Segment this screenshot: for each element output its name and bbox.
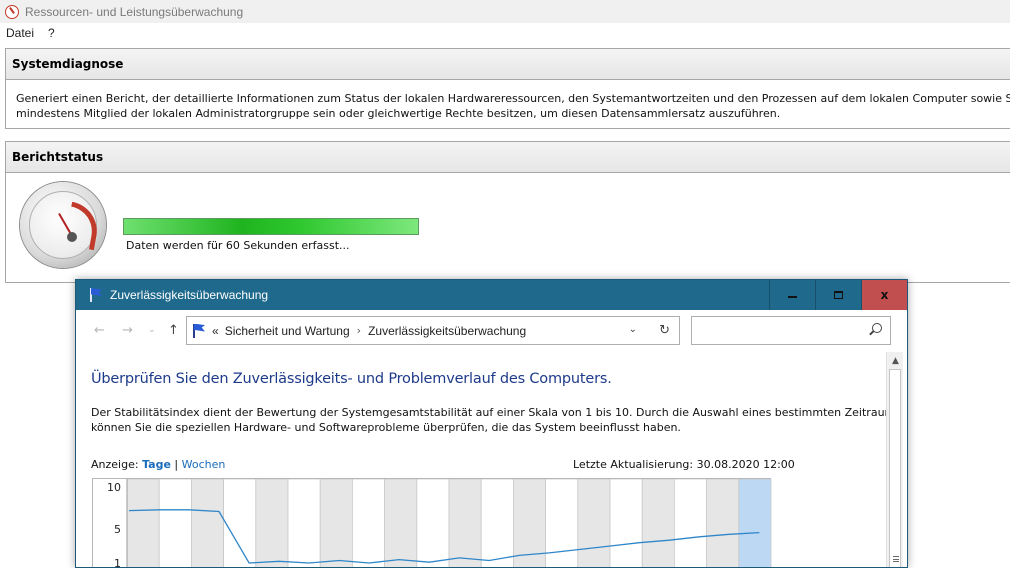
back-arrow-icon[interactable]: ←	[94, 323, 105, 338]
page-title: Überprüfen Sie den Zuverlässigkeits- und…	[91, 371, 612, 387]
up-arrow-icon[interactable]: ↑	[168, 323, 179, 338]
chart-y-tick-label: 5	[114, 523, 121, 536]
system-diagnosis-panel: Systemdiagnose Generiert einen Bericht, …	[5, 48, 1010, 129]
menu-help[interactable]: ?	[48, 26, 55, 40]
chart-day-column[interactable]	[191, 479, 225, 568]
address-overflow-chevron[interactable]: «	[212, 324, 219, 338]
chart-day-column[interactable]	[126, 479, 160, 568]
minimize-icon	[788, 296, 797, 298]
gauge-hub	[67, 232, 77, 242]
reliability-window: Zuverlässigkeitsüberwachung x ← → ⌄ ↑ « …	[75, 279, 908, 568]
reliability-content: Überprüfen Sie den Zuverlässigkeits- und…	[76, 352, 901, 568]
gauge-face	[29, 191, 102, 259]
last-update-text: Letzte Aktualisierung: 30.08.2020 12:00	[573, 458, 795, 471]
address-dropdown-icon[interactable]: ⌄	[629, 324, 637, 335]
stability-chart-svg: 10 5 1	[107, 479, 772, 568]
search-input[interactable]	[691, 316, 891, 345]
system-diagnosis-description: Generiert einen Bericht, der detailliert…	[6, 80, 1010, 132]
navigation-bar: ← → ⌄ ↑ « Sicherheit und Wartung › Zuver…	[76, 310, 907, 350]
flag-icon	[88, 287, 104, 303]
resource-monitor-titlebar: Ressourcen- und Leistungsüberwachung	[0, 0, 1010, 23]
minimize-button[interactable]	[769, 280, 815, 310]
chart-day-column[interactable]	[641, 479, 675, 568]
view-weeks-link[interactable]: Wochen	[182, 458, 226, 471]
chart-day-column[interactable]	[351, 479, 385, 568]
resource-monitor-menubar: Datei ?	[0, 23, 1010, 42]
progress-bar	[123, 218, 419, 235]
chart-day-column[interactable]	[577, 479, 611, 568]
gauge-red-zone	[64, 201, 102, 251]
close-button[interactable]: x	[861, 280, 907, 310]
view-days-link[interactable]: Tage	[142, 458, 171, 471]
view-label: Anzeige:	[91, 458, 139, 471]
maximize-button[interactable]	[815, 280, 861, 310]
scroll-thumb[interactable]	[889, 369, 901, 567]
scroll-up-icon[interactable]: ▲	[887, 354, 904, 369]
report-status-heading[interactable]: Berichtstatus	[6, 142, 1010, 173]
chart-day-column[interactable]	[223, 479, 257, 568]
chart-day-column[interactable]	[416, 479, 450, 568]
page-description: Der Stabilitätsindex dient der Bewertung…	[91, 405, 901, 435]
chart-day-column[interactable]	[255, 479, 289, 568]
chart-day-column[interactable]	[674, 479, 708, 568]
reliability-title: Zuverlässigkeitsüberwachung	[110, 288, 269, 302]
chart-day-column[interactable]	[319, 479, 353, 568]
reliability-titlebar[interactable]: Zuverlässigkeitsüberwachung x	[76, 280, 907, 310]
close-icon: x	[880, 288, 889, 302]
address-flag-icon	[192, 323, 206, 338]
menu-file[interactable]: Datei	[6, 26, 34, 40]
maximize-icon	[834, 291, 843, 299]
breadcrumb-separator-icon[interactable]: ›	[357, 324, 361, 337]
resource-monitor-app-icon	[5, 4, 19, 19]
chart-day-column[interactable]	[706, 479, 740, 568]
view-separator: |	[174, 458, 179, 471]
gauge-icon	[20, 182, 106, 268]
recent-locations-chevron-icon[interactable]: ⌄	[148, 325, 156, 335]
window-buttons: x	[769, 280, 907, 310]
chart-y-tick-label: 1	[114, 557, 121, 568]
progress-text: Daten werden für 60 Sekunden erfasst...	[126, 239, 350, 252]
refresh-icon[interactable]: ↻	[659, 323, 670, 338]
breadcrumb-reliability[interactable]: Zuverlässigkeitsüberwachung	[368, 324, 526, 338]
view-selector: Anzeige: Tage | Wochen	[91, 458, 225, 471]
report-status-panel: Berichtstatus Daten werden für 60 Sekund…	[5, 141, 1010, 283]
search-icon[interactable]	[872, 323, 882, 333]
page-description-line1: Der Stabilitätsindex dient der Bewertung…	[91, 406, 901, 419]
chart-day-column[interactable]	[609, 479, 643, 568]
chart-day-column[interactable]	[448, 479, 482, 568]
forward-arrow-icon[interactable]: →	[122, 323, 133, 338]
vertical-scrollbar[interactable]: ▲	[886, 352, 904, 567]
chart-day-column[interactable]	[738, 479, 772, 568]
page-description-line2: können Sie die speziellen Hardware- und …	[91, 421, 681, 434]
system-diagnosis-description-line2: mindestens Mitglied der lokalen Administ…	[16, 107, 781, 120]
stability-chart[interactable]: 10 5 1	[92, 478, 772, 568]
chart-day-column[interactable]	[384, 479, 418, 568]
scroll-grip-icon	[893, 556, 899, 562]
address-bar[interactable]: « Sicherheit und Wartung › Zuverlässigke…	[186, 316, 680, 345]
system-diagnosis-description-line1: Generiert einen Bericht, der detailliert…	[16, 92, 1010, 105]
system-diagnosis-heading[interactable]: Systemdiagnose	[6, 49, 1010, 80]
chart-day-column[interactable]	[545, 479, 579, 568]
chart-day-column[interactable]	[480, 479, 514, 568]
chart-y-tick-label: 10	[107, 481, 121, 494]
progress-fill	[124, 219, 418, 234]
chart-day-column[interactable]	[287, 479, 321, 568]
resource-monitor-title: Ressourcen- und Leistungsüberwachung	[25, 4, 244, 19]
chart-day-column[interactable]	[158, 479, 192, 568]
breadcrumb-security-maintenance[interactable]: Sicherheit und Wartung	[225, 324, 350, 338]
